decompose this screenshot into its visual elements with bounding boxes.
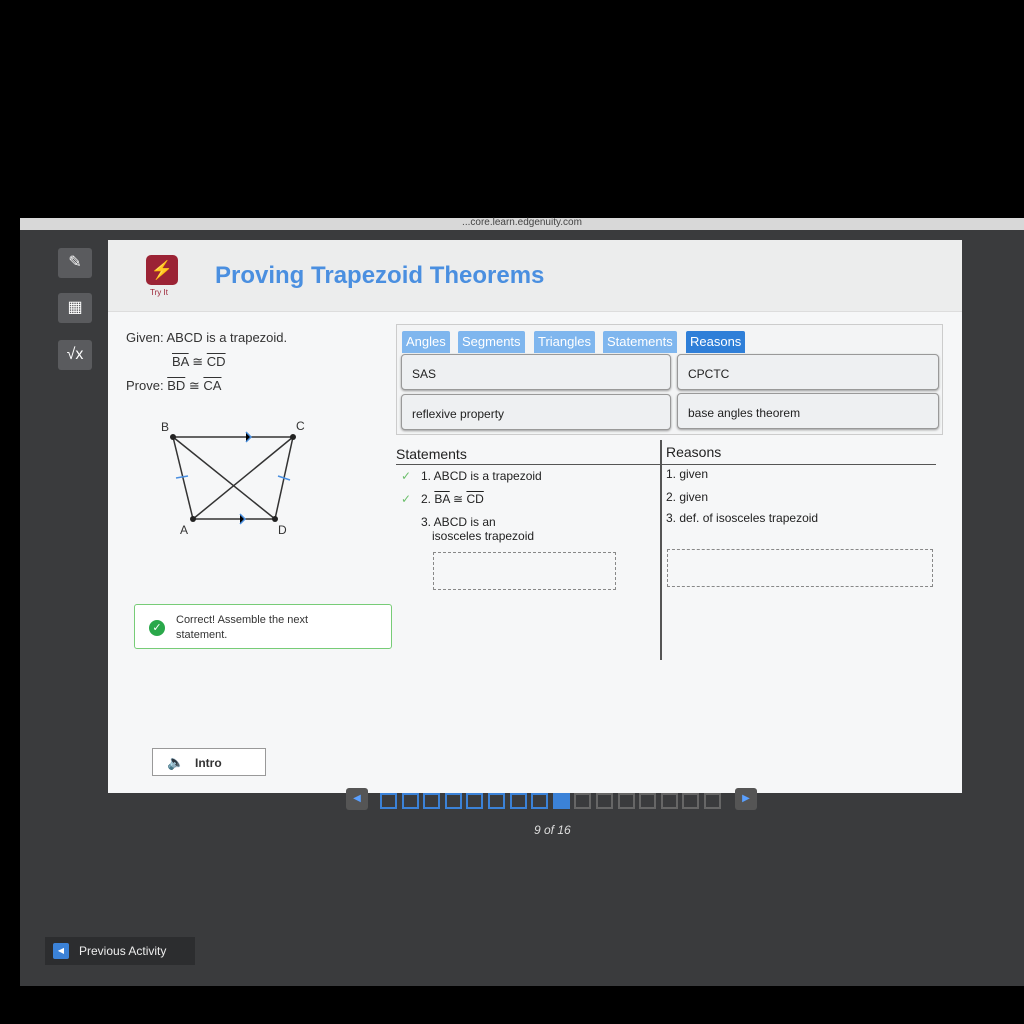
page-square-8[interactable] [531,793,549,809]
reason-3: 3. def. of isosceles trapezoid [666,511,819,525]
answer-bank: Angles Segments Triangles Statements Rea… [396,324,943,435]
segment: CD [206,354,226,369]
statement-1: ✓ 1. ABCD is a trapezoid [401,469,542,483]
tab-statements[interactable]: Statements [603,331,677,353]
given-label: Given: [126,330,164,345]
feedback-message: ✓ Correct! Assemble the next statement. [134,604,392,649]
tab-triangles[interactable]: Triangles [534,331,595,353]
try-it-label: Try It [150,288,168,297]
statement-drop-zone[interactable] [433,552,616,590]
page-square-5[interactable] [466,793,484,809]
page-square-9[interactable] [552,793,570,809]
page-square-15[interactable] [682,793,700,809]
page-square-1[interactable] [380,793,397,809]
page-square-14[interactable] [660,793,678,809]
statements-header: Statements [396,446,467,462]
statement-3: 3. ABCD is an isosceles trapezoid [421,515,535,543]
page-square-2[interactable] [401,793,419,809]
statement-2: ✓ 2. BA ≅ CD [401,492,484,506]
trapezoid-diagram: B C A D [161,419,305,537]
chip-cpctc[interactable]: CPCTC [677,354,939,390]
chip-base-angles-theorem[interactable]: base angles theorem [677,393,939,429]
segment: CA [203,378,222,393]
page-square-6[interactable] [488,793,505,809]
prove-label: Prove: [126,378,164,393]
vertex-d: D [278,523,287,537]
url-bar: ...core.learn.edgenuity.com [20,218,1024,230]
page-square-16[interactable] [704,793,721,809]
problem-statement: Given: ABCD is a trapezoid. BA ≅ CD Prov… [126,326,287,398]
tab-angles[interactable]: Angles [402,331,450,353]
reasons-header: Reasons [666,444,722,460]
segment: BD [167,378,186,393]
try-it-logo-icon: ⚡ [146,255,178,285]
activity-panel: ⚡ Try It Proving Trapezoid Theorems Give… [108,240,962,793]
proof-table: Statements Reasons ✓ 1. ABCD is a trapezo… [396,440,936,660]
page-square-13[interactable] [639,793,657,809]
reason-1: 1. given [666,467,709,481]
next-page-button[interactable]: ▶ [735,788,757,810]
vertex-b: B [161,420,169,434]
calculator-icon[interactable]: ▦ [58,293,92,323]
intro-button[interactable]: 🔈 Intro [152,748,266,776]
pencil-icon[interactable]: ✎ [58,248,92,278]
chip-sas[interactable]: SAS [401,354,671,390]
header: ⚡ Try It Proving Trapezoid Theorems [108,240,962,312]
check-circle-icon: ✓ [149,620,165,636]
previous-activity-button[interactable]: ◀ Previous Activity [45,937,195,965]
tab-reasons[interactable]: Reasons [686,331,746,353]
given-1: ABCD is a trapezoid. [166,330,288,345]
page-indicator: 9 of 16 [534,823,571,837]
reason-2: 2. given [666,490,709,504]
page-square-12[interactable] [617,793,635,809]
chip-reflexive-property[interactable]: reflexive property [401,394,671,430]
page-square-3[interactable] [423,793,441,809]
segment: BA [172,354,189,369]
page-square-7[interactable] [509,793,527,809]
congruent: ≅ [192,354,204,369]
vertex-c: C [296,419,305,433]
congruent: ≅ [188,378,200,393]
tab-segments[interactable]: Segments [458,331,525,353]
page-square-4[interactable] [444,793,462,809]
feedback-text: Correct! Assemble the next statement. [176,614,309,641]
page-square-10[interactable] [574,793,592,809]
vertex-a: A [180,523,188,537]
page-title: Proving Trapezoid Theorems [215,262,545,289]
prev-page-button[interactable]: ◀ [346,788,368,810]
page-square-11[interactable] [596,793,613,809]
formula-icon[interactable]: √x [58,340,92,370]
speaker-icon: 🔈 [167,754,185,770]
back-arrow-icon: ◀ [53,943,69,959]
reason-drop-zone[interactable] [667,549,933,587]
